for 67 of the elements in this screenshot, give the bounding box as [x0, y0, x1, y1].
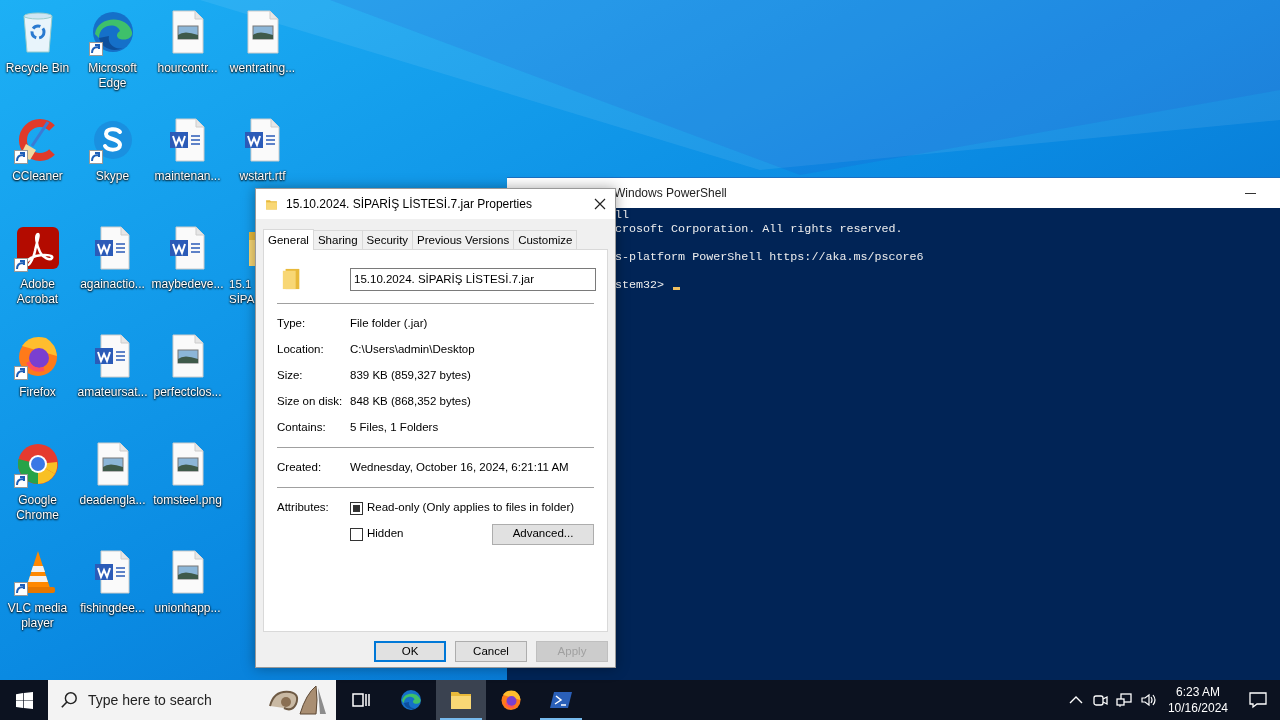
icon-label[interactable]: 15.1 SİPA — [229, 277, 255, 307]
tab[interactable]: Sharing — [312, 230, 363, 249]
icon-label[interactable]: CCleaner — [12, 169, 63, 184]
checkbox-label[interactable]: Read-only (Only applies to files in folder) — [367, 499, 575, 517]
icon-label[interactable]: deadengla... — [79, 493, 146, 508]
icon-label[interactable]: Google Chrome — [0, 493, 75, 523]
field-value: 839 KB (859,327 bytes) — [350, 368, 472, 384]
console-line: s-platform PowerShell https://aka.ms/pscore6 — [615, 250, 924, 264]
search-icon — [60, 691, 78, 709]
icon-label[interactable]: Adobe Acrobat — [0, 277, 75, 307]
wave-icon — [399, 688, 423, 712]
folder-icon — [265, 197, 278, 211]
window-title: 15.10.2024. SİPARİŞ LİSTESİ.7.jar Properties — [286, 196, 532, 213]
field-label: Contains: — [277, 420, 327, 436]
icon-label[interactable]: perfectclos... — [153, 385, 222, 400]
icon-label[interactable]: againactio... — [80, 277, 145, 292]
checkbox-label[interactable]: Hidden — [367, 525, 404, 543]
icon-label[interactable]: Recycle Bin — [5, 61, 70, 76]
icon-label[interactable]: maintenan... — [154, 169, 221, 184]
close-icon — [594, 198, 606, 210]
field-value: Wednesday, October 16, 2024, 6:21:11 AM — [350, 460, 570, 476]
field-label: Location: — [277, 342, 325, 358]
camera-icon[interactable] — [1091, 692, 1108, 708]
field-label: Size on disk: — [277, 394, 344, 410]
tab[interactable]: General — [263, 229, 314, 250]
icon-label[interactable]: Firefox — [19, 385, 56, 400]
field-label: Attributes: — [277, 500, 330, 516]
windows-logo-icon — [15, 691, 33, 709]
minimize-icon[interactable] — [1245, 192, 1256, 194]
icon-label[interactable]: Microsoft Edge — [75, 61, 150, 91]
console-line: ll — [615, 208, 630, 222]
advanced-button[interactable]: Advanced... — [492, 523, 594, 545]
notification-icon[interactable] — [1249, 691, 1267, 709]
checkbox[interactable] — [350, 527, 363, 541]
dialog-button[interactable]: Cancel — [455, 641, 527, 662]
icon-label[interactable]: unionhapp... — [154, 601, 221, 616]
search-field[interactable]: Type here to search — [48, 680, 336, 720]
field-value: 5 Files, 1 Folders — [350, 420, 440, 436]
field-value: C:\Users\admin\Desktop — [350, 342, 476, 358]
icon-label[interactable]: Skype — [95, 169, 130, 184]
icon-label[interactable]: hourcontr... — [157, 61, 218, 76]
console-line: crosoft Corporation. All rights reserved. — [615, 222, 903, 236]
console-line: stem32> — [615, 278, 665, 292]
icon-label[interactable]: amateursat... — [77, 385, 148, 400]
icon-label[interactable]: maybedeve... — [151, 277, 224, 292]
icon-label[interactable]: VLC media player — [0, 601, 75, 631]
taskbar-button[interactable] — [436, 680, 486, 720]
field-label: Created: — [277, 460, 323, 476]
tab[interactable]: Security — [361, 230, 414, 249]
name-field[interactable]: 15.10.2024. SİPARİŞ LİSTESİ.7.jar — [350, 267, 596, 291]
tab[interactable]: Customize — [513, 230, 578, 249]
field-label: Type: — [277, 316, 307, 332]
icon-label[interactable]: fishingdee... — [80, 601, 145, 616]
field-label: Size: — [277, 368, 304, 384]
icon-label[interactable]: wstart.rtf — [239, 169, 286, 184]
network-icon[interactable] — [1115, 692, 1132, 708]
clock-date[interactable]: 10/16/2024 — [1167, 700, 1228, 716]
orb-icon — [499, 688, 523, 712]
icon-label[interactable]: tomsteel.png — [153, 493, 222, 508]
dialog-button[interactable]: OK — [374, 641, 446, 662]
field-value: File folder (.jar) — [350, 316, 429, 332]
field-value: 848 KB (868,352 bytes) — [350, 394, 472, 410]
checkbox[interactable] — [350, 501, 363, 515]
icon-label[interactable]: wentrating... — [229, 61, 296, 76]
window-title: Windows PowerShell — [614, 185, 727, 202]
clock-time[interactable]: 6:23 AM — [1175, 684, 1220, 700]
speaker-icon[interactable] — [1139, 692, 1156, 708]
